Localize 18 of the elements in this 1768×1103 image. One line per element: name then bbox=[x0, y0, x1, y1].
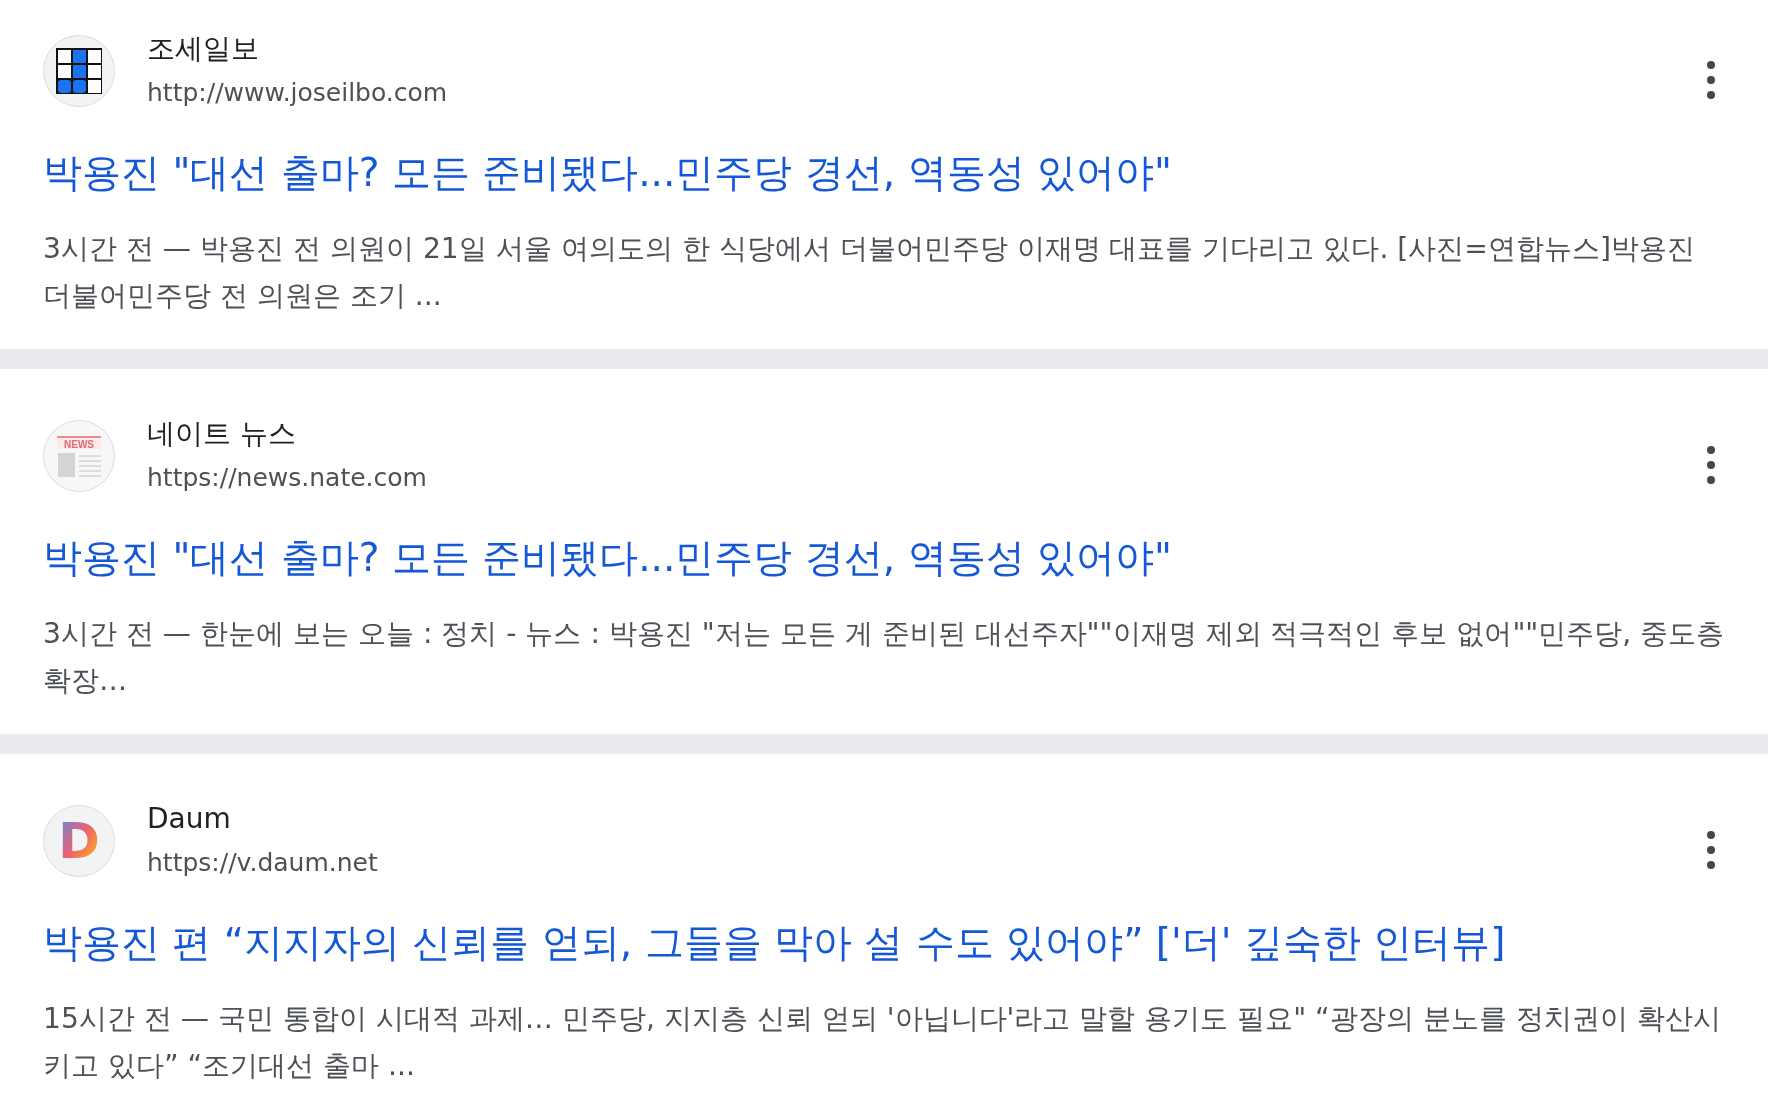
result-snippet: 3시간 전 — 한눈에 보는 오늘 : 정치 - 뉴스 : 박용진 "저는 모든 게 준비된 대선주자""이재명 제외 적극적인 후보 없어""민주당, 중도층 확장… bbox=[43, 616, 1725, 699]
site-name: 조세일보 bbox=[147, 31, 259, 67]
newspaper-icon: NEWS bbox=[43, 420, 115, 492]
result-title-link[interactable]: 박용진 "대선 출마? 모든 준비됐다...민주당 경선, 역동성 있어야" bbox=[43, 530, 1172, 586]
result-title-link[interactable]: 박용진 편 “지지자의 신뢰를 얻되, 그들을 막아 설 수도 있어야” ['더' 깊숙한 인터뷰] bbox=[43, 915, 1506, 971]
site-name: Daum bbox=[147, 801, 231, 837]
result-title-link[interactable]: 박용진 "대선 출마? 모든 준비됐다...민주당 경선, 역동성 있어야" bbox=[43, 145, 1172, 201]
letter-logo-icon: D bbox=[43, 805, 115, 877]
more-options-icon[interactable] bbox=[1706, 445, 1716, 485]
site-url: https://news.nate.com bbox=[147, 462, 427, 494]
result-snippet: 15시간 전 — 국민 통합이 시대적 과제… 민주당, 지지층 신뢰 얻되 '아닙니다'라고 말할 용기도 필요" “광장의 분노를 정치권이 확산시키고 있다” “조기대선 출마 ... bbox=[43, 1001, 1722, 1084]
site-url: http://www.joseilbo.com bbox=[147, 77, 448, 109]
site-name: 네이트 뉴스 bbox=[147, 416, 296, 452]
site-url: https://v.daum.net bbox=[147, 847, 378, 879]
result-snippet: 3시간 전 — 박용진 전 의원이 21일 서울 여의도의 한 식당에서 더불어민주당 이재명 대표를 기다리고 있다. [사진=연합뉴스]박용진 더불어민주당 전 의원은 조기 ... bbox=[43, 231, 1696, 314]
grid-logo-icon bbox=[43, 35, 115, 107]
more-options-icon[interactable] bbox=[1706, 830, 1716, 870]
more-options-icon[interactable] bbox=[1706, 60, 1716, 100]
